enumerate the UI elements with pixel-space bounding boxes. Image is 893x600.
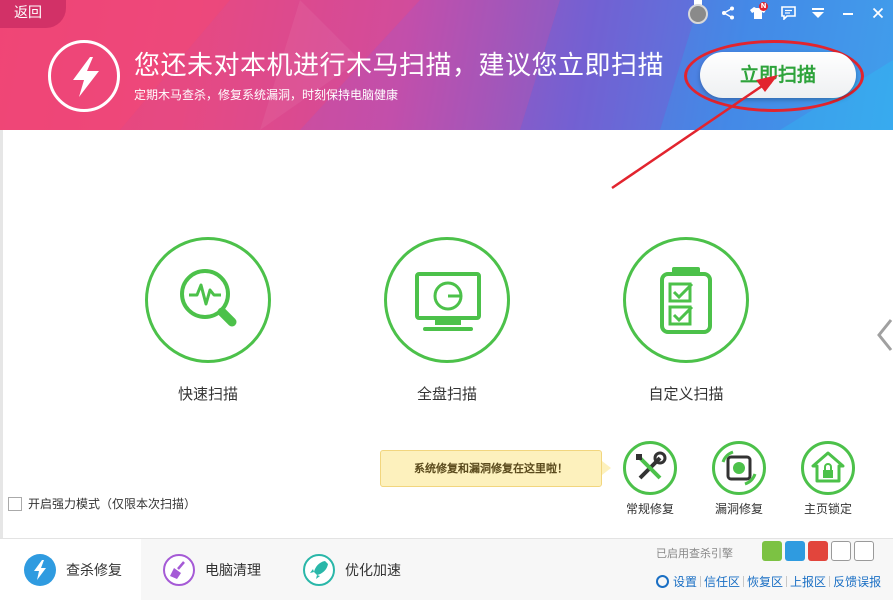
regular-repair-circle (623, 441, 677, 495)
engine-green-icon[interactable] (762, 541, 782, 561)
skin-shirt-icon[interactable]: N (743, 2, 773, 24)
tab-pc-cleanup-label: 电脑清理 (205, 563, 261, 579)
medal-icon[interactable] (688, 4, 708, 24)
link-divider (743, 576, 745, 587)
homepage-lock-circle (801, 441, 855, 495)
window-left-edge (0, 130, 3, 538)
link-divider (700, 576, 702, 587)
monitor-icon (415, 272, 481, 331)
settings-link[interactable]: 设置 (673, 573, 697, 590)
quick-scan-label: 快速扫描 (177, 385, 238, 403)
link-divider (786, 576, 788, 587)
scan-now-button[interactable]: 立即扫描 (700, 52, 856, 98)
message-icon[interactable] (773, 2, 803, 24)
engine-blue-icon[interactable] (785, 541, 805, 561)
custom-scan-circle (623, 237, 749, 363)
tab-pc-cleanup[interactable]: 电脑清理 (141, 539, 281, 600)
menu-dropdown-icon[interactable] (803, 2, 833, 24)
custom-scan-option[interactable]: 自定义扫描 (621, 237, 751, 404)
custom-scan-label: 自定义扫描 (648, 385, 724, 403)
full-scan-option[interactable]: 全盘扫描 (382, 237, 512, 404)
page-subline: 定期木马查杀，修复系统漏洞，时刻保持电脑健康 (134, 88, 399, 102)
strong-mode-option: 开启强力模式（仅限本次扫描） (8, 495, 196, 512)
tab-optimize-speed-label: 优化加速 (345, 563, 401, 579)
homepage-lock-tool[interactable]: 主页锁定 (793, 441, 863, 517)
homepage-lock-label: 主页锁定 (803, 502, 852, 516)
home-lock-icon (811, 451, 845, 483)
lightning-bolt-icon (73, 57, 99, 97)
engine-extra-icon[interactable] (854, 541, 874, 561)
vulnerability-repair-tool[interactable]: 漏洞修复 (704, 441, 774, 517)
trust-zone-link[interactable]: 信任区 (704, 573, 740, 590)
minimize-icon[interactable] (833, 2, 863, 24)
full-scan-circle (384, 237, 510, 363)
full-scan-label: 全盘扫描 (416, 385, 477, 403)
broom-icon (163, 554, 195, 586)
tab-virus-repair-label: 查杀修复 (66, 563, 122, 579)
tab-virus-repair[interactable]: 查杀修复 (0, 539, 141, 600)
strong-mode-label: 开启强力模式（仅限本次扫描） (28, 497, 197, 511)
false-positive-feedback-link[interactable]: 反馈误报 (833, 573, 881, 590)
footer-bar: 查杀修复 电脑清理 优化加速 已启用查杀引擎 设置 信任区 恢复区 上报区 反馈… (0, 538, 893, 600)
tab-optimize-speed[interactable]: 优化加速 (281, 539, 421, 600)
report-zone-link[interactable]: 上报区 (790, 573, 826, 590)
bolt-badge (48, 40, 120, 112)
checklist-icon (660, 267, 712, 334)
engine-status-text: 已启用查杀引擎 (656, 547, 733, 560)
bolt-icon (24, 554, 56, 586)
share-icon[interactable] (713, 2, 743, 24)
close-icon[interactable] (863, 2, 893, 24)
repair-hint-tooltip: 系统修复和漏洞修复在这里啦！ (380, 450, 602, 487)
next-page-arrow-icon[interactable] (876, 318, 893, 356)
wrench-screwdriver-icon (636, 451, 667, 480)
restore-zone-link[interactable]: 恢复区 (747, 573, 783, 590)
engine-gray-icon[interactable] (831, 541, 851, 561)
patch-icon (721, 450, 757, 486)
back-button[interactable]: 返回 (0, 0, 66, 28)
rocket-icon (303, 554, 335, 586)
vulnerability-repair-label: 漏洞修复 (714, 502, 763, 516)
settings-gear-icon[interactable] (656, 575, 669, 588)
security-app-window: 返回 您还未对本机进行木马扫描，建议您立即扫描 定期木马查杀，修复系统漏洞，时刻… (0, 0, 893, 600)
tooltip-pointer (602, 461, 611, 475)
notification-badge: N (759, 2, 768, 11)
engine-red-icon[interactable] (808, 541, 828, 561)
quick-scan-icon (180, 269, 237, 327)
regular-repair-tool[interactable]: 常规修复 (615, 441, 685, 517)
window-toolbar: N (713, 2, 893, 24)
vulnerability-repair-circle (712, 441, 766, 495)
quick-scan-option[interactable]: 快速扫描 (143, 237, 273, 404)
quick-scan-circle (145, 237, 271, 363)
link-divider (829, 576, 831, 587)
footer-links: 设置 信任区 恢复区 上报区 反馈误报 (656, 573, 881, 590)
engine-icons (762, 541, 877, 561)
page-headline: 您还未对本机进行木马扫描，建议您立即扫描 (134, 51, 665, 81)
strong-mode-checkbox[interactable] (8, 496, 22, 511)
regular-repair-label: 常规修复 (625, 502, 674, 516)
